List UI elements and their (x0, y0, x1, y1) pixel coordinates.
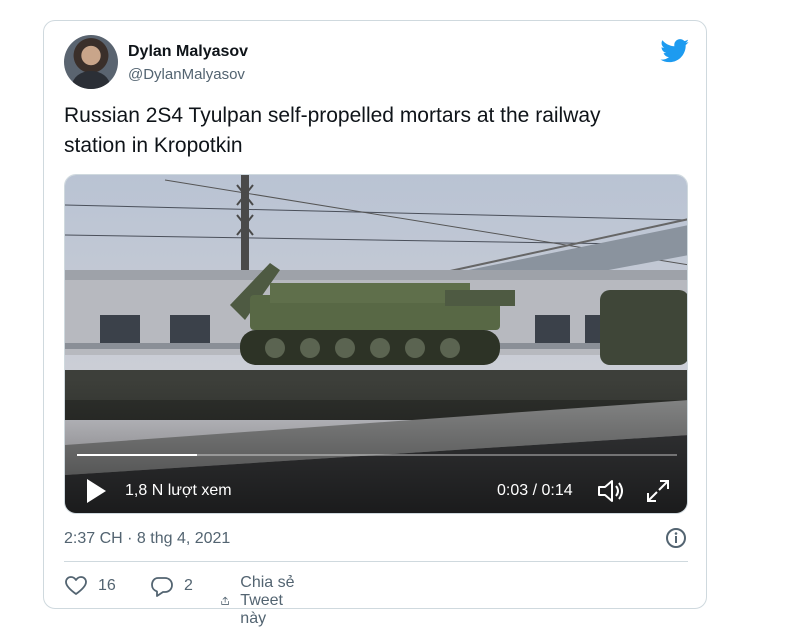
twitter-bird-icon[interactable] (660, 39, 690, 63)
tweet-text: Russian 2S4 Tyulpan self-propelled morta… (64, 101, 684, 161)
video-player[interactable]: 1,8 N lượt xem 0:03 / 0:14 (64, 174, 688, 514)
info-icon[interactable] (665, 527, 687, 549)
video-progress-fill (77, 454, 197, 456)
video-progress[interactable] (77, 454, 677, 456)
fullscreen-icon[interactable] (645, 478, 671, 504)
author-handle[interactable]: @DylanMalyasov (128, 66, 245, 83)
share-label: Chia sẻ Tweet này (240, 574, 295, 627)
reply-button[interactable]: 2 (150, 574, 193, 598)
tweet-timestamp[interactable]: 2:37 CH · 8 thg 4, 2021 (64, 530, 230, 548)
avatar[interactable] (64, 35, 118, 89)
share-icon (221, 596, 229, 605)
play-icon[interactable] (85, 478, 107, 504)
video-time: 0:03 / 0:14 (497, 482, 573, 499)
divider (64, 561, 688, 562)
volume-icon[interactable] (597, 478, 627, 504)
reply-icon (151, 577, 173, 597)
like-button[interactable]: 16 (64, 574, 116, 598)
video-frame[interactable] (65, 175, 688, 514)
view-count: 1,8 N lượt xem (125, 482, 232, 499)
author-name[interactable]: Dylan Malyasov (128, 43, 248, 61)
reply-count: 2 (184, 577, 193, 594)
tweet-card[interactable]: Dylan Malyasov @DylanMalyasov Russian 2S… (43, 20, 707, 627)
tweet-text-line: station in Kropotkin (64, 134, 243, 157)
share-button[interactable]: Chia sẻ Tweet này (220, 574, 297, 628)
heart-icon (65, 576, 87, 595)
like-count: 16 (98, 577, 116, 594)
tweet-text-line: Russian 2S4 Tyulpan self-propelled morta… (64, 104, 601, 127)
